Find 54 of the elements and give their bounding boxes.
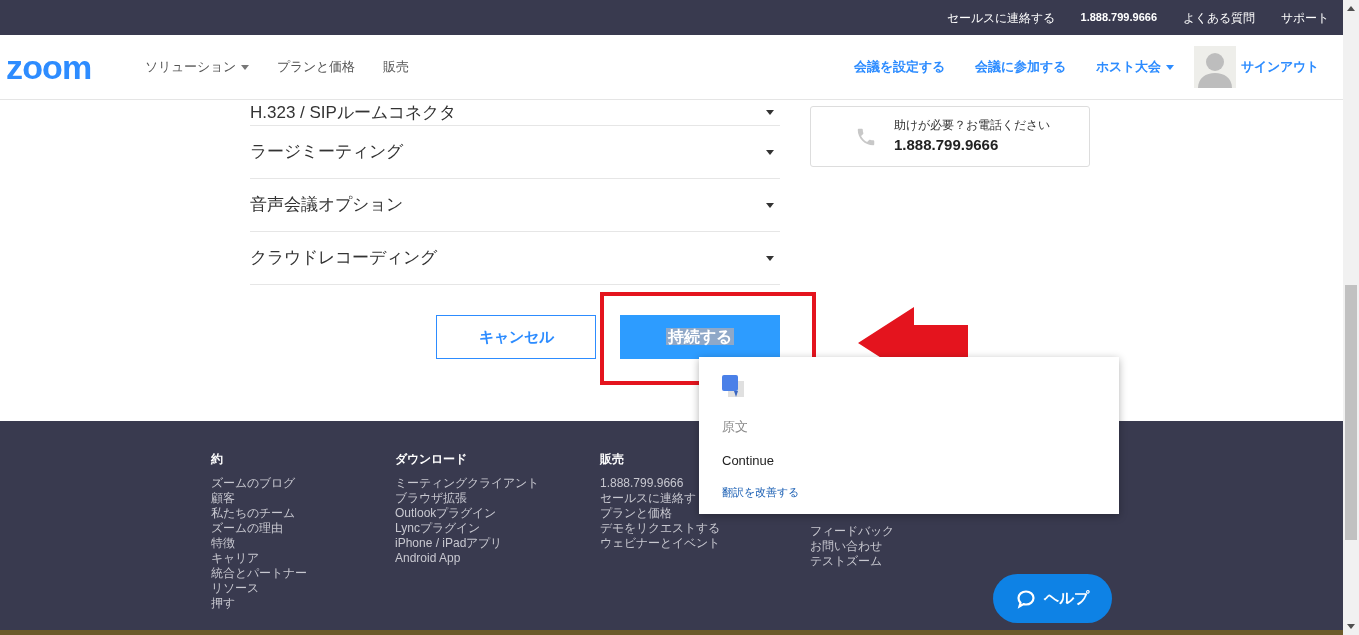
footer-link[interactable]: キャリア [211,551,259,566]
footer-link[interactable]: ウェビナーとイベント [600,536,720,551]
top-bar-link[interactable]: セールスに連絡する [946,8,1055,27]
translate-icon [722,375,746,399]
caret-icon [766,149,774,155]
scrollbar[interactable] [1343,0,1359,635]
footer-link[interactable]: 顧客 [211,491,235,506]
help-button[interactable]: ヘルプ [993,574,1112,623]
footer-link[interactable]: iPhone / iPadアプリ [395,536,503,551]
accordion-row[interactable]: クラウドレコーディング [250,232,780,285]
footer-link[interactable]: セールスに連絡す [600,491,696,506]
help-card-title: 助けが必要？お電話ください [894,117,1050,135]
footer-link[interactable]: 押す [211,596,235,611]
footer-link[interactable]: テストズーム [810,554,882,569]
top-bar-link[interactable]: 1.888.799.9666 [1080,9,1157,26]
footer-link[interactable]: Outlookプラグイン [395,506,497,521]
footer-link[interactable]: フィードバック [810,524,894,539]
footer-link[interactable]: デモをリクエストする [600,521,720,536]
original-text: Continue [722,451,776,470]
caret-icon [766,202,774,208]
footer-link[interactable]: Lyncプラグイン [395,521,480,536]
avatar-icon[interactable] [1194,46,1236,88]
caret-icon [766,110,774,115]
footer-link[interactable]: 1.888.799.9666 [600,476,684,491]
nav-link[interactable]: 販売 [383,57,410,77]
accordion-row[interactable]: 音声会議オプション [250,179,780,232]
footer-link[interactable]: ミーティングクライアント [395,476,539,491]
footer-heading: 約 [211,451,223,468]
top-bar-link[interactable]: よくある質問 [1183,8,1255,27]
scroll-up-icon[interactable] [1347,6,1355,11]
accordion-row[interactable]: ラージミーティング [250,126,780,179]
footer-link[interactable]: Android App [395,551,461,566]
top-bar-link[interactable]: サポート [1281,8,1329,27]
improve-translation-link[interactable]: 翻訳を改善する [722,484,799,501]
caret-icon [766,255,774,261]
footer-heading: 販売 [600,451,624,468]
footer-heading: ダウンロード [395,451,467,468]
chat-bubble-icon [1016,588,1036,609]
footer-link[interactable]: リソース [211,581,259,596]
nav-link[interactable]: プランと価格 [277,57,356,77]
footer-link[interactable]: プランと価格 [600,506,672,521]
footer-link[interactable]: ブラウザ拡張 [395,491,467,506]
footer-link[interactable]: お問い合わせ [810,539,882,554]
accordion-row[interactable]: H.323 / SIPルームコネクタ [250,100,780,126]
footer-link[interactable]: 特徴 [211,536,235,551]
footer-link[interactable]: 統合とパートナー [211,566,307,581]
footer-link[interactable]: 私たちのチーム [211,506,295,521]
original-label: 原文 [722,418,749,436]
help-card-phone: 1.888.799.9666 [894,135,1000,156]
scrollbar-thumb[interactable] [1345,285,1357,540]
footer-link[interactable]: ズームのブログ [211,476,295,491]
footer-link[interactable]: ズームの理由 [211,521,283,536]
scroll-down-icon[interactable] [1347,624,1355,629]
nav-link[interactable]: ソリューション [145,57,250,77]
